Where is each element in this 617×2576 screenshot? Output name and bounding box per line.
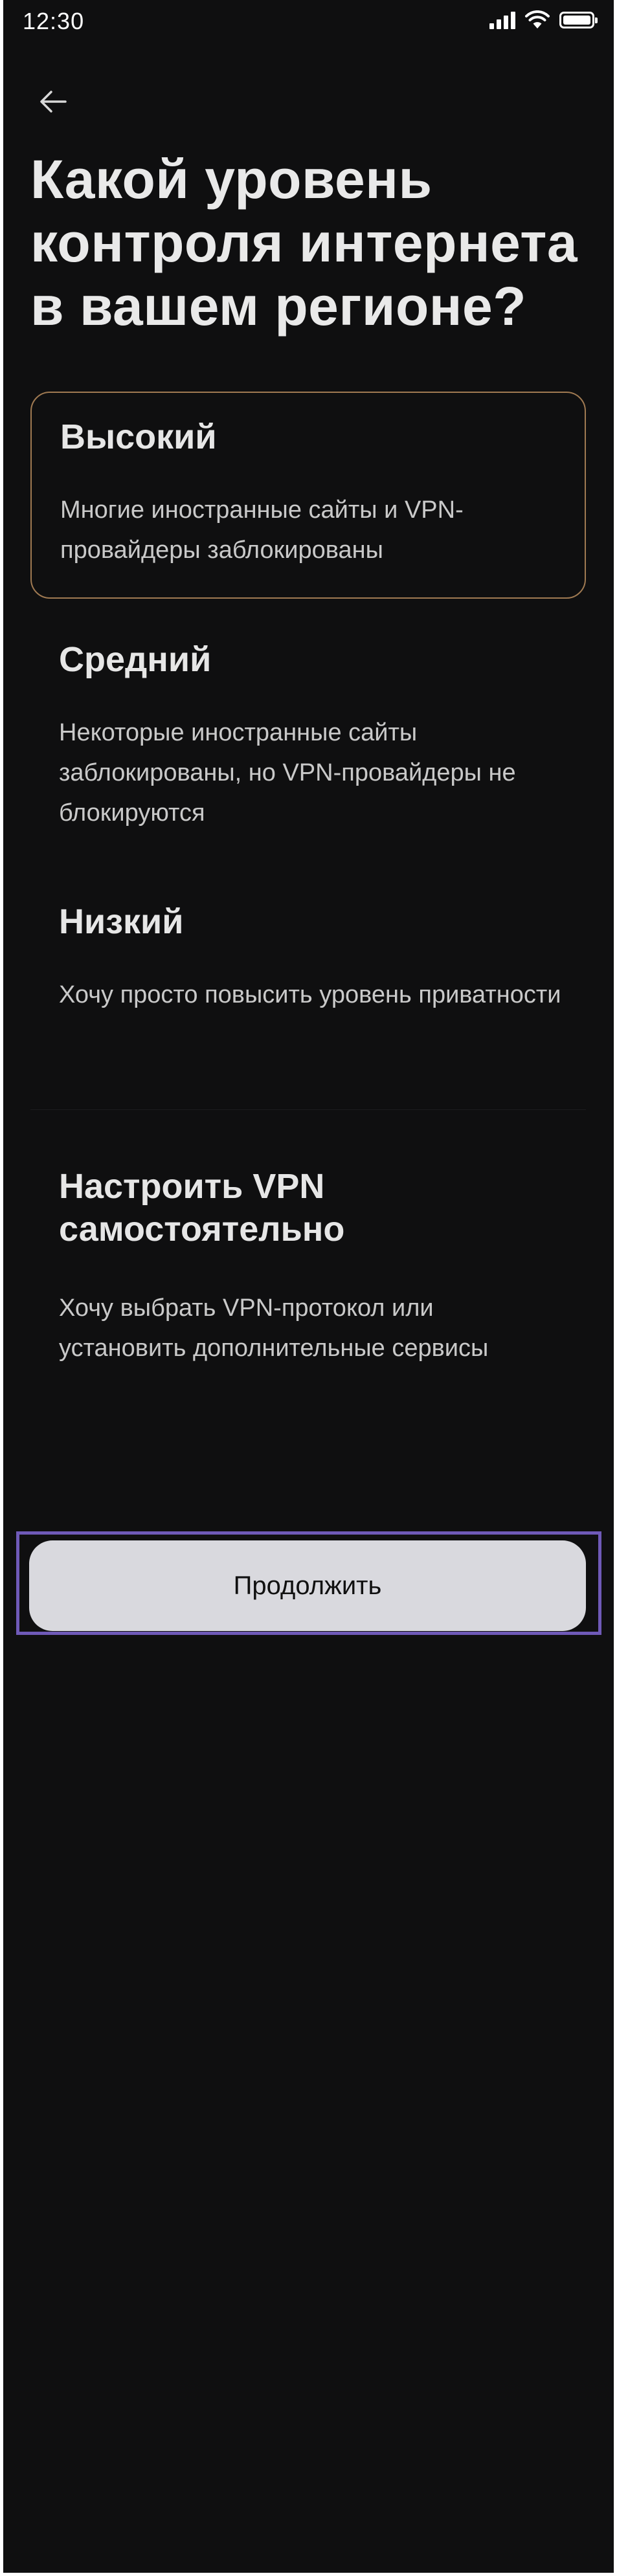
battery-icon bbox=[559, 12, 598, 28]
option-custom[interactable]: Настроить VPN самостоятельно Хочу выбрат… bbox=[30, 1139, 586, 1398]
continue-button[interactable]: Продолжить bbox=[29, 1540, 586, 1631]
option-description: Многие иностранные сайты и VPN-провайдер… bbox=[60, 496, 464, 564]
status-bar: 12:30 bbox=[3, 0, 614, 45]
option-title: Настроить VPN самостоятельно bbox=[59, 1167, 345, 1249]
option-medium[interactable]: Средний Некоторые иностранные сайты забл… bbox=[30, 618, 586, 864]
option-high[interactable]: Высокий Многие иностранные сайты и VPN-п… bbox=[30, 392, 586, 599]
option-description: Хочу просто повысить уровень приватности bbox=[59, 981, 561, 1008]
wifi-icon bbox=[525, 10, 550, 28]
option-title: Средний bbox=[59, 640, 212, 679]
page-title: Какой уровень контроля интернета в вашем… bbox=[30, 149, 578, 337]
app-screen: 12:30 Какой уровень контроля интернета в… bbox=[3, 0, 614, 2573]
divider bbox=[30, 1109, 586, 1110]
option-title: Низкий bbox=[59, 902, 184, 941]
option-description: Хочу выбрать VPN-протокол или установить… bbox=[59, 1294, 489, 1362]
back-button[interactable] bbox=[36, 85, 72, 118]
signal-icon bbox=[489, 11, 515, 29]
option-low[interactable]: Низкий Хочу просто повысить уровень прив… bbox=[30, 880, 586, 1087]
arrow-left-icon bbox=[40, 91, 67, 113]
status-time: 12:30 bbox=[23, 8, 85, 34]
option-description: Некоторые иностранные сайты заблокирован… bbox=[59, 719, 516, 827]
status-icons bbox=[489, 10, 598, 30]
option-title: Высокий bbox=[60, 417, 217, 456]
